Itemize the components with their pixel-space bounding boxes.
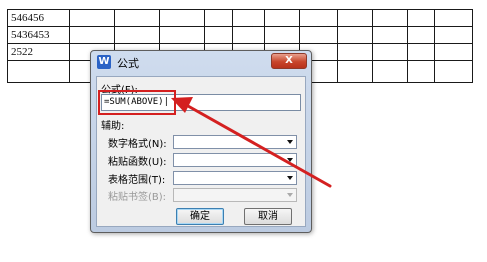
annotation-arrow (171, 97, 332, 188)
annotation-arrow-head (171, 97, 193, 113)
annotation-arrow-shaft (186, 104, 332, 188)
